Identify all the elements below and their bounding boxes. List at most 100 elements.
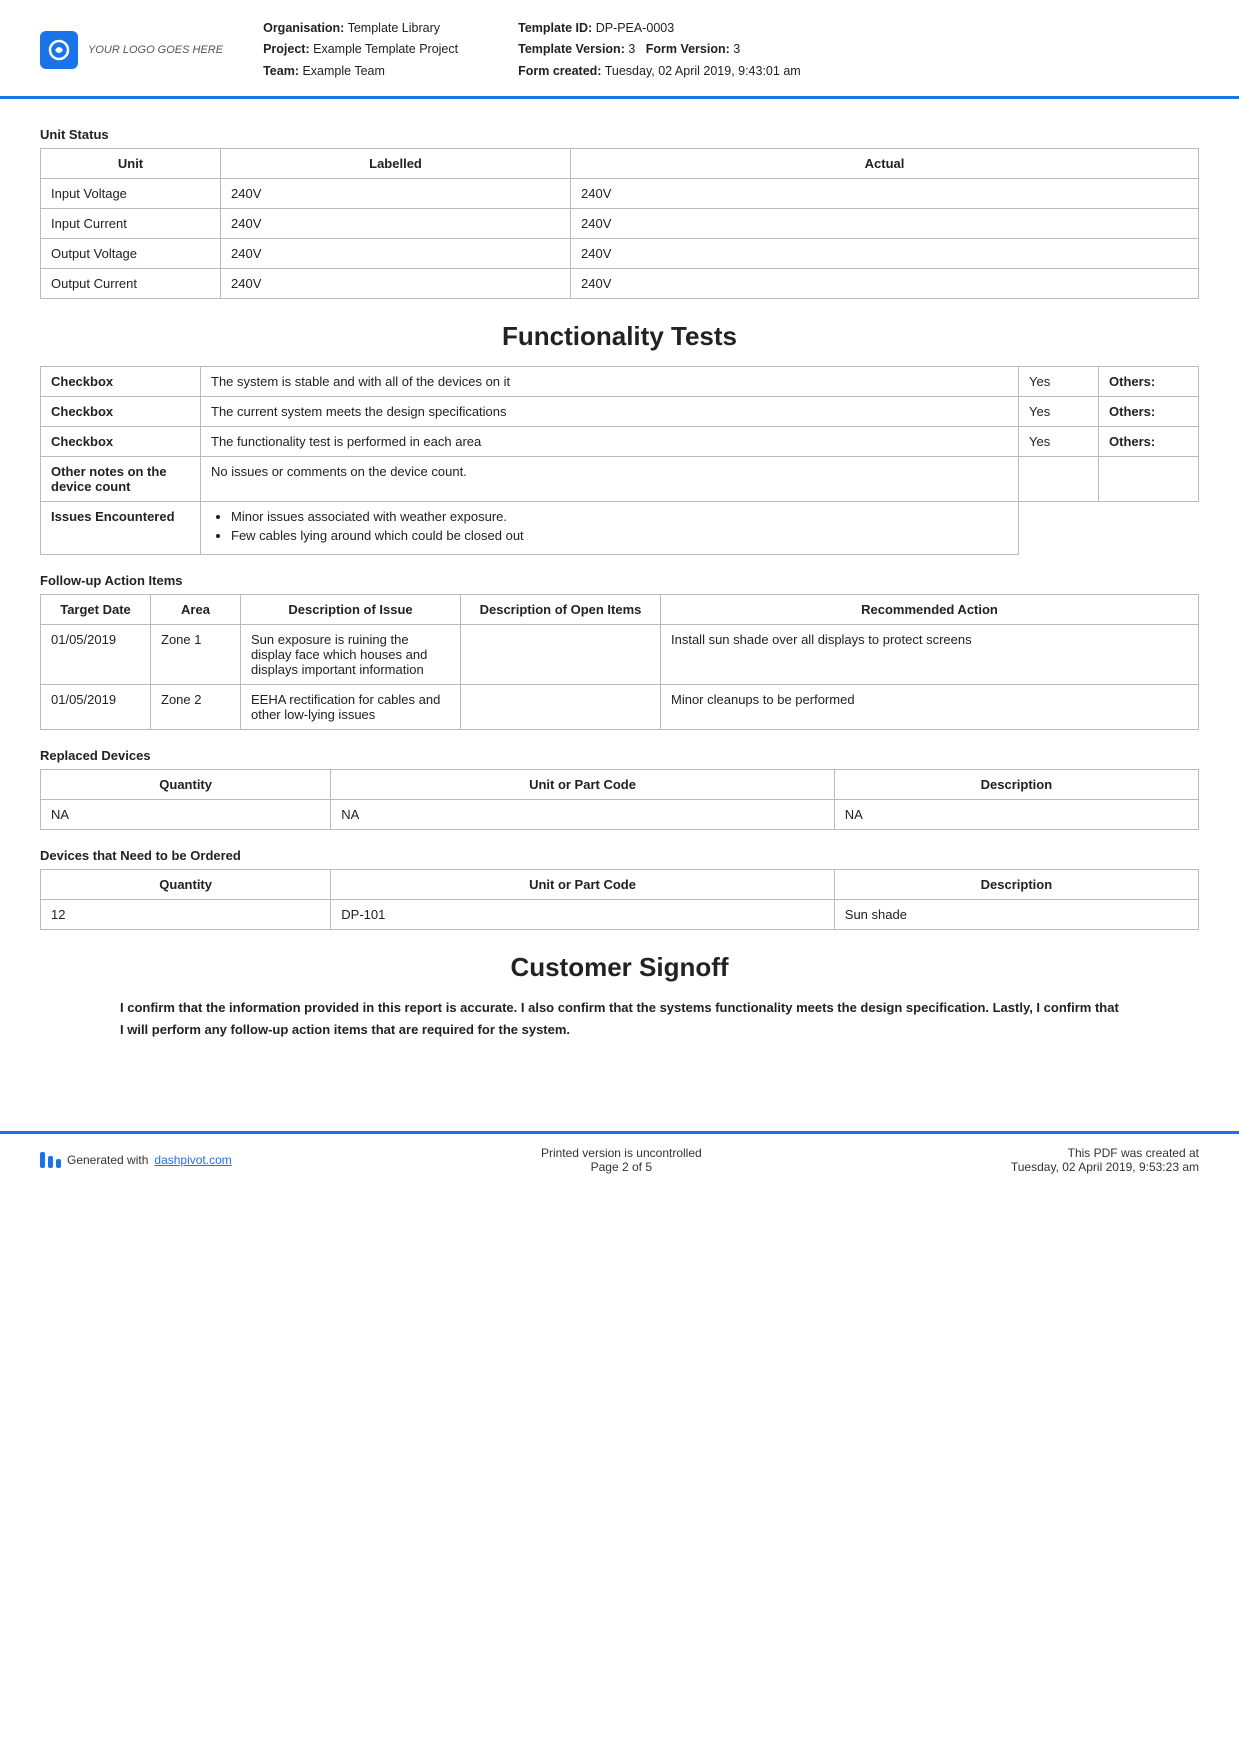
followup-label: Follow-up Action Items [40, 573, 1199, 588]
actual-col-header: Actual [571, 148, 1199, 178]
replaced-body: NANANA [41, 799, 1199, 829]
unit-status-label: Unit Status [40, 127, 1199, 142]
devices-to-order-label: Devices that Need to be Ordered [40, 848, 1199, 863]
func-value-cell: Yes [1019, 366, 1099, 396]
form-version-value: 3 [733, 42, 740, 56]
func-desc-cell: The current system meets the design spec… [201, 396, 1019, 426]
table-row: CheckboxThe functionality test is perfor… [41, 426, 1199, 456]
footer-bar-1 [40, 1152, 45, 1168]
org-label: Organisation: [263, 21, 344, 35]
form-version-label: Form Version: [646, 42, 730, 56]
footer-right: This PDF was created at Tuesday, 02 Apri… [1011, 1146, 1199, 1174]
template-version-value: 3 [628, 42, 635, 56]
table-cell: NA [331, 799, 835, 829]
functionality-heading: Functionality Tests [40, 321, 1199, 352]
table-cell: 240V [571, 268, 1199, 298]
form-created-row: Form created: Tuesday, 02 April 2019, 9:… [518, 61, 801, 82]
team-value: Example Team [302, 64, 384, 78]
versions-row: Template Version: 3 Form Version: 3 [518, 39, 801, 60]
header-meta: Organisation: Template Library Project: … [263, 18, 1199, 82]
table-cell: Output Current [41, 268, 221, 298]
func-others-cell: Others: [1099, 426, 1199, 456]
func-desc-cell: The system is stable and with all of the… [201, 366, 1019, 396]
followup-cell: 01/05/2019 [41, 684, 151, 729]
pdf-created-label: This PDF was created at [1011, 1146, 1199, 1160]
func-label-cell: Checkbox [41, 396, 201, 426]
followup-col-issue: Description of Issue [241, 594, 461, 624]
customer-signoff-section: Customer Signoff I confirm that the info… [40, 952, 1199, 1041]
followup-cell: EEHA rectification for cables and other … [241, 684, 461, 729]
followup-header-row: Target Date Area Description of Issue De… [41, 594, 1199, 624]
main-content: Unit Status Unit Labelled Actual Input V… [0, 99, 1239, 1091]
team-label: Team: [263, 64, 299, 78]
footer-bar-2 [48, 1156, 53, 1168]
table-row: 01/05/2019Zone 1Sun exposure is ruining … [41, 624, 1199, 684]
replaced-col-desc: Description [834, 769, 1198, 799]
table-row: CheckboxThe current system meets the des… [41, 396, 1199, 426]
table-row: Input Current240V240V [41, 208, 1199, 238]
table-cell: 240V [221, 268, 571, 298]
followup-cell: Install sun shade over all displays to p… [661, 624, 1199, 684]
func-label-cell: Checkbox [41, 426, 201, 456]
order-col-desc: Description [834, 869, 1198, 899]
logo-icon [40, 31, 78, 69]
func-value-cell: Yes [1019, 426, 1099, 456]
table-row: 01/05/2019Zone 2EEHA rectification for c… [41, 684, 1199, 729]
table-cell: Output Voltage [41, 238, 221, 268]
template-id-label: Template ID: [518, 21, 592, 35]
template-id-value: DP-PEA-0003 [596, 21, 675, 35]
table-cell: DP-101 [331, 899, 835, 929]
func-label-cell: Other notes on the device count [41, 456, 201, 501]
func-tests-body: CheckboxThe system is stable and with al… [41, 366, 1199, 554]
table-cell: NA [834, 799, 1198, 829]
project-label: Project: [263, 42, 310, 56]
order-col-code: Unit or Part Code [331, 869, 835, 899]
page-header: YOUR LOGO GOES HERE Organisation: Templa… [0, 0, 1239, 99]
followup-col-date: Target Date [41, 594, 151, 624]
table-cell: Input Current [41, 208, 221, 238]
replaced-col-code: Unit or Part Code [331, 769, 835, 799]
table-row: CheckboxThe system is stable and with al… [41, 366, 1199, 396]
func-desc-cell: Minor issues associated with weather exp… [201, 501, 1019, 554]
func-value-cell [1019, 456, 1099, 501]
org-value: Template Library [348, 21, 440, 35]
logo-text: YOUR LOGO GOES HERE [88, 43, 223, 57]
replaced-devices-label: Replaced Devices [40, 748, 1199, 763]
followup-col-recommended: Recommended Action [661, 594, 1199, 624]
table-row: 12DP-101Sun shade [41, 899, 1199, 929]
followup-cell: Zone 2 [151, 684, 241, 729]
customer-signoff-text: I confirm that the information provided … [40, 997, 1199, 1041]
page-footer: Generated with dashpivot.com Printed ver… [0, 1131, 1239, 1186]
func-desc-cell: The functionality test is performed in e… [201, 426, 1019, 456]
unit-status-table: Unit Labelled Actual Input Voltage240V24… [40, 148, 1199, 299]
table-cell: 240V [221, 178, 571, 208]
order-header-row: Quantity Unit or Part Code Description [41, 869, 1199, 899]
functionality-tests-table: CheckboxThe system is stable and with al… [40, 366, 1199, 555]
followup-body: 01/05/2019Zone 1Sun exposure is ruining … [41, 624, 1199, 729]
project-value: Example Template Project [313, 42, 458, 56]
func-desc-cell: No issues or comments on the device coun… [201, 456, 1019, 501]
table-cell: Sun shade [834, 899, 1198, 929]
func-others-cell: Others: [1099, 366, 1199, 396]
table-row: Issues EncounteredMinor issues associate… [41, 501, 1199, 554]
list-item: Minor issues associated with weather exp… [231, 509, 1008, 524]
devices-to-order-table: Quantity Unit or Part Code Description 1… [40, 869, 1199, 930]
func-others-cell: Others: [1099, 396, 1199, 426]
header-col-left: Organisation: Template Library Project: … [263, 18, 458, 82]
page-number: Page 2 of 5 [541, 1160, 702, 1174]
table-cell: 240V [221, 208, 571, 238]
table-row: NANANA [41, 799, 1199, 829]
func-label-cell: Checkbox [41, 366, 201, 396]
followup-cell: Sun exposure is ruining the display face… [241, 624, 461, 684]
followup-cell: Minor cleanups to be performed [661, 684, 1199, 729]
footer-logo [40, 1152, 61, 1168]
unit-col-header: Unit [41, 148, 221, 178]
followup-cell [461, 624, 661, 684]
dashpivot-link[interactable]: dashpivot.com [154, 1153, 231, 1167]
table-row: Output Current240V240V [41, 268, 1199, 298]
followup-col-area: Area [151, 594, 241, 624]
followup-cell: 01/05/2019 [41, 624, 151, 684]
table-cell: 240V [571, 208, 1199, 238]
table-cell: 240V [571, 178, 1199, 208]
replaced-devices-table: Quantity Unit or Part Code Description N… [40, 769, 1199, 830]
